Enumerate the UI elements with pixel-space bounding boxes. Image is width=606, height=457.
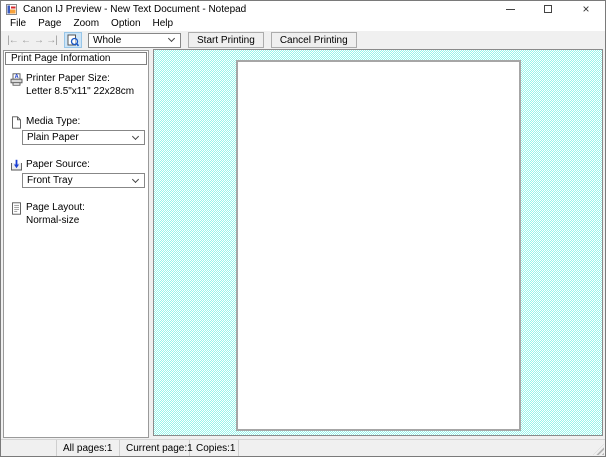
resize-grip-icon[interactable] [593,444,604,455]
printer-paper-size-value: Letter 8.5"x11" 22x28cm [26,86,145,97]
start-printing-button[interactable]: Start Printing [188,32,264,48]
paper-source-item: Paper Source: Front Tray [4,159,145,188]
paper-source-label: Paper Source: [26,159,145,170]
last-page-icon[interactable]: →| [45,33,58,48]
menu-file[interactable]: File [4,17,32,31]
zoom-mode-select[interactable]: Whole [88,33,181,48]
blank-page-icon [10,116,23,129]
caption-buttons: × [491,1,605,17]
printer-icon: A [10,73,23,86]
next-page-icon[interactable]: → [32,33,45,48]
window-title: Canon IJ Preview - New Text Document - N… [23,4,246,15]
minimize-icon [506,9,515,10]
chevron-down-icon [168,35,175,42]
status-all-pages: All pages: 1 [57,440,120,456]
menu-page[interactable]: Page [32,17,67,31]
menu-option[interactable]: Option [105,17,146,31]
cancel-printing-button[interactable]: Cancel Printing [271,32,357,48]
panel-header: Print Page Information [5,52,147,65]
close-button[interactable]: × [567,1,605,17]
minimize-button[interactable] [491,1,529,17]
copies-value: 1 [230,443,236,454]
media-type-value: Plain Paper [27,132,79,143]
close-icon: × [582,4,589,14]
printer-paper-size-label: Printer Paper Size: [26,73,145,84]
canon-ij-preview-window: Canon IJ Preview - New Text Document - N… [0,0,606,457]
status-copies: Copies: 1 [190,440,239,456]
status-current-page: Current page: 1 [120,440,190,456]
content-area: Print Page Information A Printer Paper S… [1,49,605,439]
maximize-button[interactable] [529,1,567,17]
status-spacer [1,440,57,456]
zoom-mode-value: Whole [93,35,121,46]
all-pages-value: 1 [107,443,113,454]
menubar: File Page Zoom Option Help [1,17,605,31]
chevron-down-icon [132,175,139,182]
statusbar: All pages: 1 Current page: 1 Copies: 1 [1,439,605,456]
preview-page[interactable] [236,60,521,431]
chevron-down-icon [132,132,139,139]
magnifier-page-icon [67,34,79,47]
preview-canvas [153,49,603,436]
page-layout-item: Page Layout: Normal-size [4,202,145,226]
toolbar: |← ← → →| Whole Start Printing Cancel Pr… [1,31,605,49]
current-page-label: Current page: [126,443,187,454]
paper-source-select[interactable]: Front Tray [22,173,145,188]
menu-help[interactable]: Help [147,17,180,31]
media-type-item: Media Type: Plain Paper [4,116,145,145]
document-layout-icon [10,202,23,215]
titlebar: Canon IJ Preview - New Text Document - N… [1,1,605,17]
page-layout-label: Page Layout: [26,202,145,213]
media-type-select[interactable]: Plain Paper [22,130,145,145]
paper-tray-arrow-icon [10,159,23,172]
magnifier-toggle-button[interactable] [64,32,82,48]
app-icon [6,4,17,15]
maximize-icon [544,5,552,13]
page-layout-value: Normal-size [26,215,145,226]
media-type-label: Media Type: [26,116,145,127]
paper-source-value: Front Tray [27,175,73,186]
first-page-icon[interactable]: |← [6,33,19,48]
all-pages-label: All pages: [63,443,107,454]
copies-label: Copies: [196,443,230,454]
printer-paper-size-item: A Printer Paper Size: Letter 8.5"x11" 22… [4,73,145,97]
print-page-information-panel: Print Page Information A Printer Paper S… [3,50,149,438]
prev-page-icon[interactable]: ← [19,33,32,48]
page-nav-group: |← ← → →| [6,33,58,48]
menu-zoom[interactable]: Zoom [67,17,105,31]
status-fill [239,440,605,456]
